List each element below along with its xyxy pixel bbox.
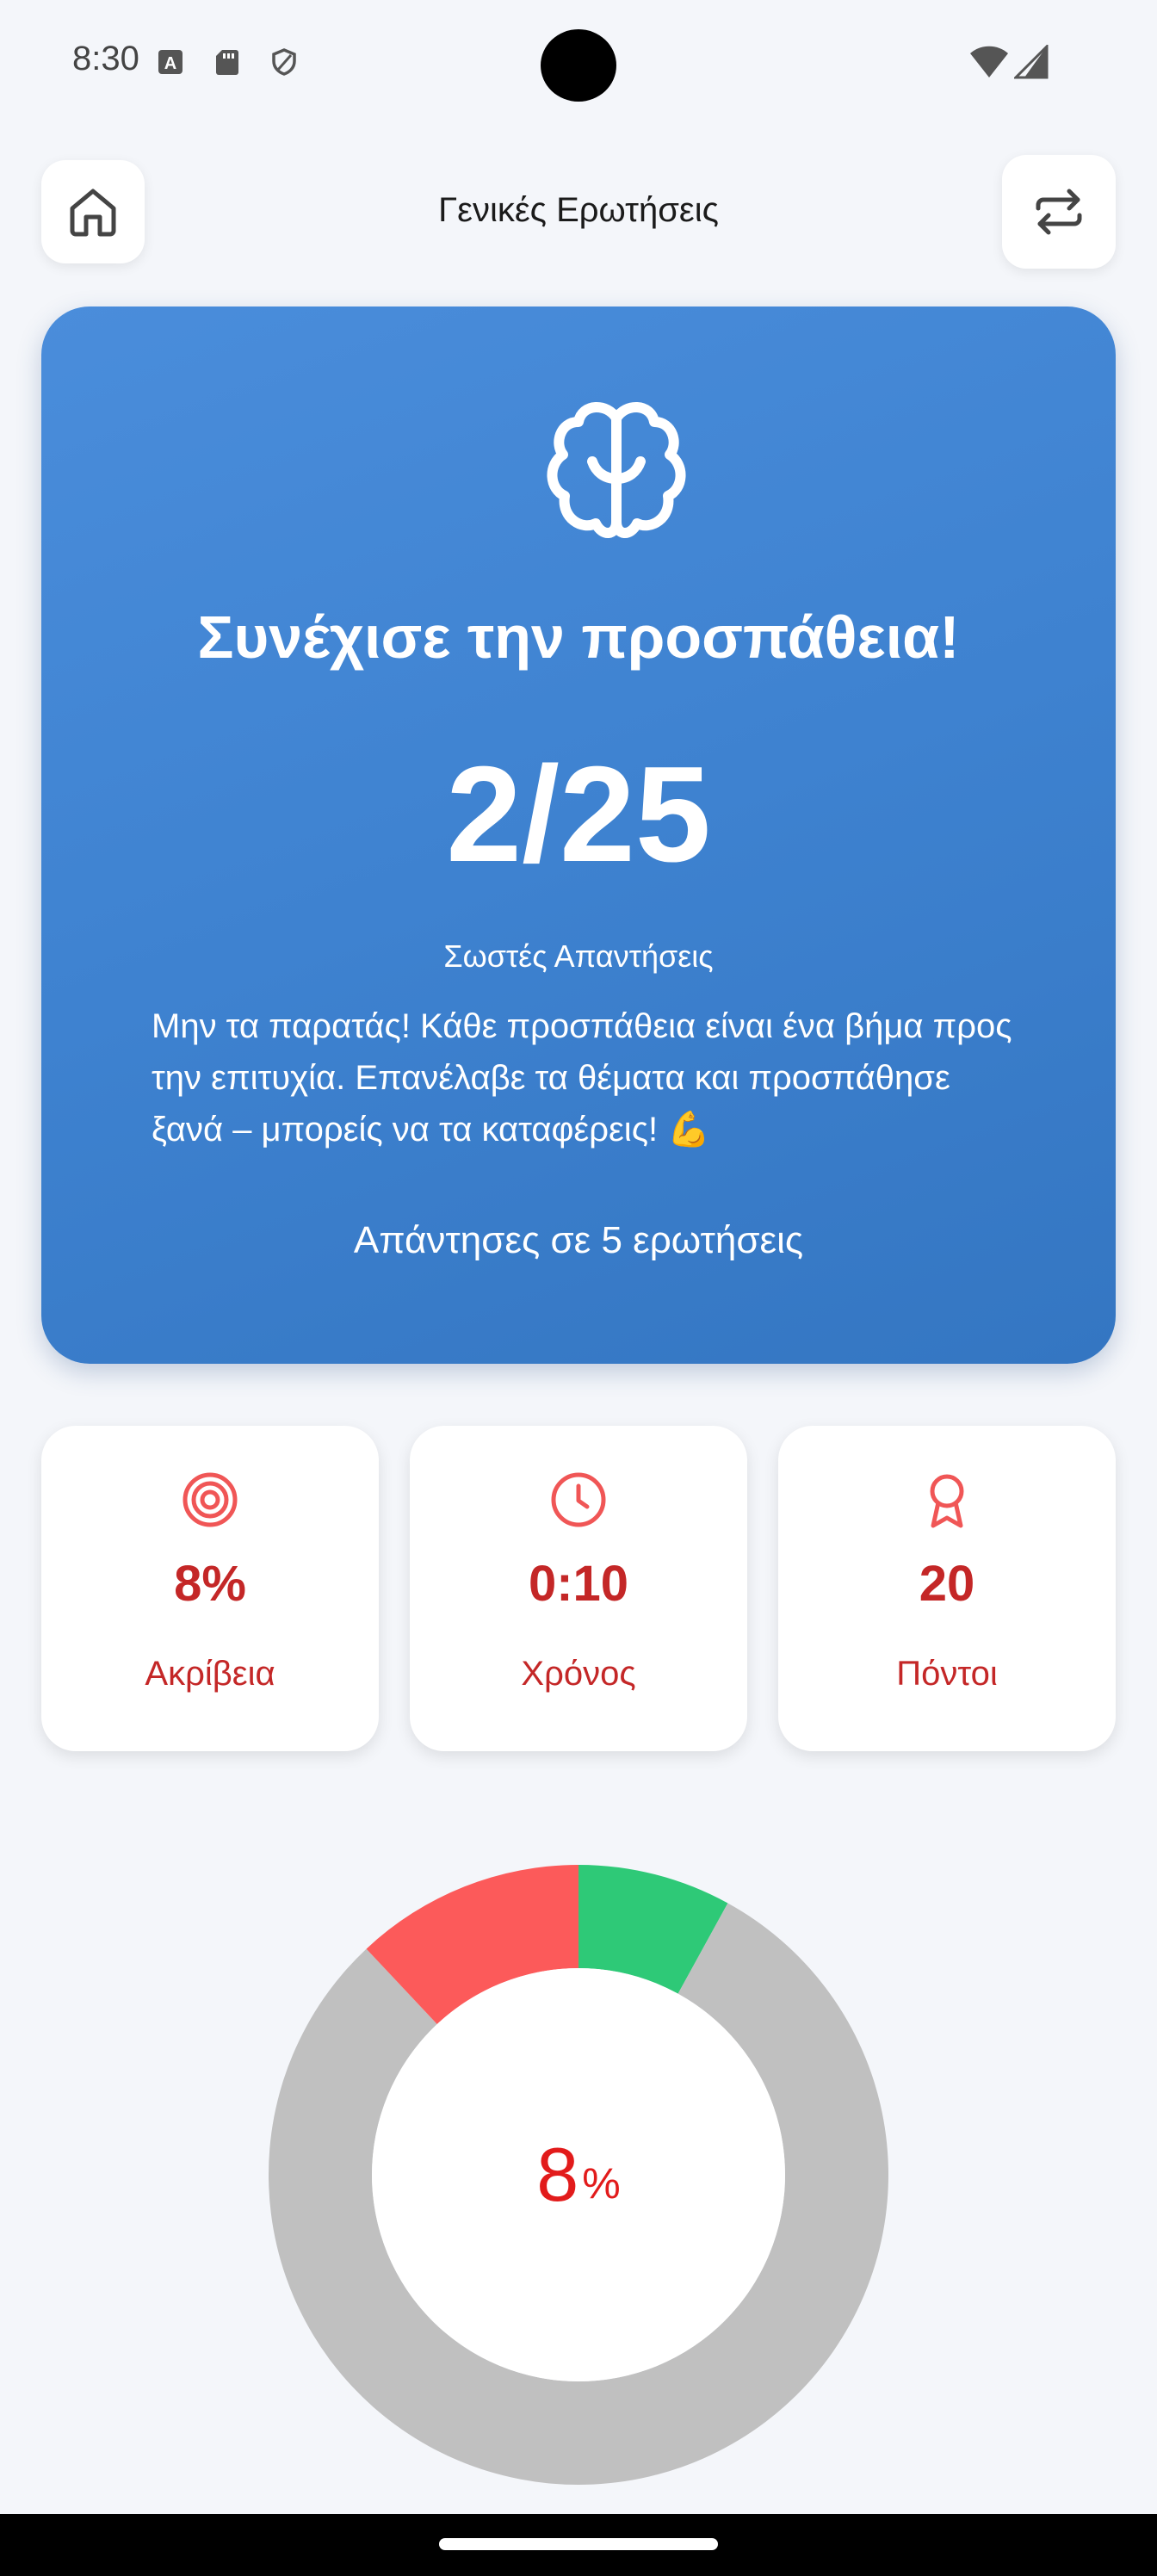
accuracy-label: Ακρίβεια (145, 1655, 275, 1693)
target-icon (183, 1472, 238, 1527)
home-gesture-handle[interactable] (439, 2538, 718, 2550)
points-card: 20 Πόντοι (778, 1426, 1116, 1751)
repeat-arrows-icon (1036, 189, 1082, 235)
result-title: Συνέχισε την προσπάθεια! (197, 604, 960, 671)
donut-unit: % (582, 2159, 621, 2208)
score-label: Σωστές Απαντήσεις (443, 938, 714, 974)
brain-icon (547, 402, 686, 538)
result-card: Συνέχισε την προσπάθεια! 2/25 Σωστές Απα… (41, 307, 1116, 1364)
wifi-icon (970, 46, 1008, 77)
accuracy-card: 8% Ακρίβεια (41, 1426, 379, 1751)
a-notification-icon: A (158, 50, 183, 74)
front-camera (541, 29, 616, 102)
status-time: 8:30 (72, 40, 139, 77)
time-label: Χρόνος (521, 1655, 636, 1693)
status-bar: 8:30 A (0, 0, 1157, 129)
clock-icon (551, 1472, 606, 1527)
points-label: Πόντοι (896, 1655, 998, 1693)
time-value: 0:10 (528, 1556, 629, 1612)
donut-center-label: 8% (269, 1865, 888, 2485)
retry-button[interactable] (1002, 155, 1116, 269)
donut-value: 8 (536, 2132, 579, 2217)
page-title: Γενικές Ερωτήσεις (438, 191, 719, 229)
answered-count: Απάντησες σε 5 ερωτήσεις (353, 1219, 804, 1261)
time-card: 0:10 Χρόνος (410, 1426, 747, 1751)
award-ribbon-icon (930, 1474, 964, 1528)
sd-card-icon (216, 50, 238, 75)
svg-text:A: A (164, 54, 176, 73)
cellular-icon (1014, 45, 1049, 79)
score-value: 2/25 (446, 739, 711, 890)
points-value: 20 (919, 1556, 975, 1612)
shield-icon (272, 48, 296, 76)
accuracy-value: 8% (174, 1556, 246, 1612)
encouragement-message: Μην τα παρατάς! Κάθε προσπάθεια είναι έν… (152, 1007, 1012, 1149)
accuracy-donut-chart: 8% (268, 1865, 888, 2485)
